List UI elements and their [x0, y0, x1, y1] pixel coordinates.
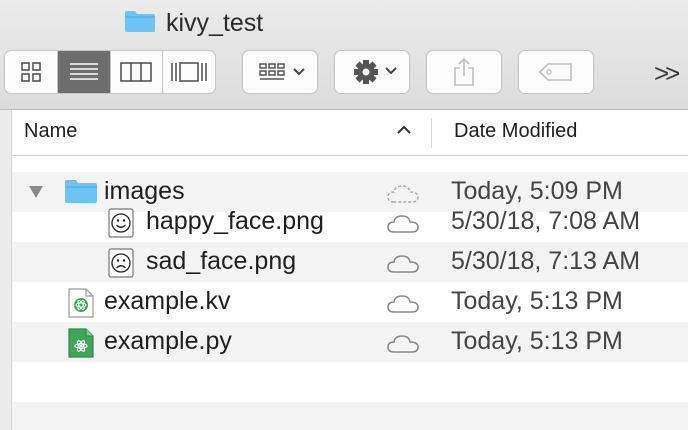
folder-icon — [124, 9, 156, 38]
file-list: Name Date Modified images Today, 5:09 PM… — [12, 110, 688, 430]
share-icon — [454, 57, 474, 86]
disclosure-triangle-icon[interactable] — [28, 185, 44, 199]
action-button[interactable] — [334, 50, 410, 94]
file-name: example.kv — [104, 287, 231, 315]
gear-icon — [354, 60, 397, 84]
file-date-modified: Today, 5:13 PM — [451, 327, 623, 355]
toolbar-overflow-button[interactable]: >> — [654, 58, 680, 89]
python-file-icon — [68, 328, 94, 358]
sort-ascending-icon[interactable] — [396, 124, 412, 136]
cloud-icon — [387, 255, 419, 273]
list-item-example-kv[interactable]: example.kv Today, 5:13 PM — [12, 282, 688, 322]
view-mode-control — [4, 50, 216, 94]
window-title-text: kivy_test — [166, 8, 264, 37]
sad-face-icon — [108, 248, 134, 278]
window-title: kivy_test — [124, 8, 263, 38]
file-date-modified: 5/30/18, 7:08 AM — [451, 207, 641, 235]
icon-view-button[interactable] — [5, 51, 58, 93]
group-by-button[interactable] — [242, 50, 318, 94]
list-view-button[interactable] — [57, 51, 111, 93]
tag-icon — [538, 63, 572, 81]
file-date-modified: 5/30/18, 7:13 AM — [451, 247, 641, 275]
column-divider[interactable] — [431, 118, 432, 148]
share-button[interactable] — [426, 50, 502, 94]
list-item-sad-face[interactable]: sad_face.png 5/30/18, 7:13 AM — [12, 242, 688, 282]
gallery-icon — [171, 62, 207, 82]
file-date-modified: Today, 5:13 PM — [451, 287, 623, 315]
list-item-happy-face[interactable]: happy_face.png 5/30/18, 7:08 AM — [12, 202, 688, 242]
grid-icon — [21, 62, 41, 82]
tag-button[interactable] — [518, 50, 594, 94]
cloud-uploading-icon — [387, 185, 419, 203]
gallery-view-button[interactable] — [163, 51, 215, 93]
cloud-icon — [387, 335, 419, 353]
chevron-down-icon — [293, 68, 305, 76]
file-name: happy_face.png — [146, 207, 324, 235]
empty-row — [12, 362, 688, 402]
list-header: Name Date Modified — [12, 110, 688, 156]
empty-row — [12, 402, 688, 430]
columns-icon — [120, 62, 153, 82]
column-header-name[interactable]: Name — [24, 120, 77, 143]
group-by-icon — [259, 63, 305, 80]
file-name: example.py — [104, 327, 232, 355]
cloud-icon — [387, 295, 419, 313]
cloud-icon — [387, 215, 419, 233]
list-item-example-py[interactable]: example.py Today, 5:13 PM — [12, 322, 688, 362]
sidebar-edge — [0, 110, 12, 430]
column-header-date-modified[interactable]: Date Modified — [454, 120, 577, 143]
folder-icon — [65, 180, 97, 203]
finder-toolbar: kivy_test >> — [0, 0, 688, 110]
column-view-button[interactable] — [111, 51, 164, 93]
list-icon — [69, 63, 98, 80]
kivy-file-icon — [68, 288, 94, 318]
file-name: sad_face.png — [146, 247, 297, 275]
happy-face-icon — [108, 208, 134, 238]
